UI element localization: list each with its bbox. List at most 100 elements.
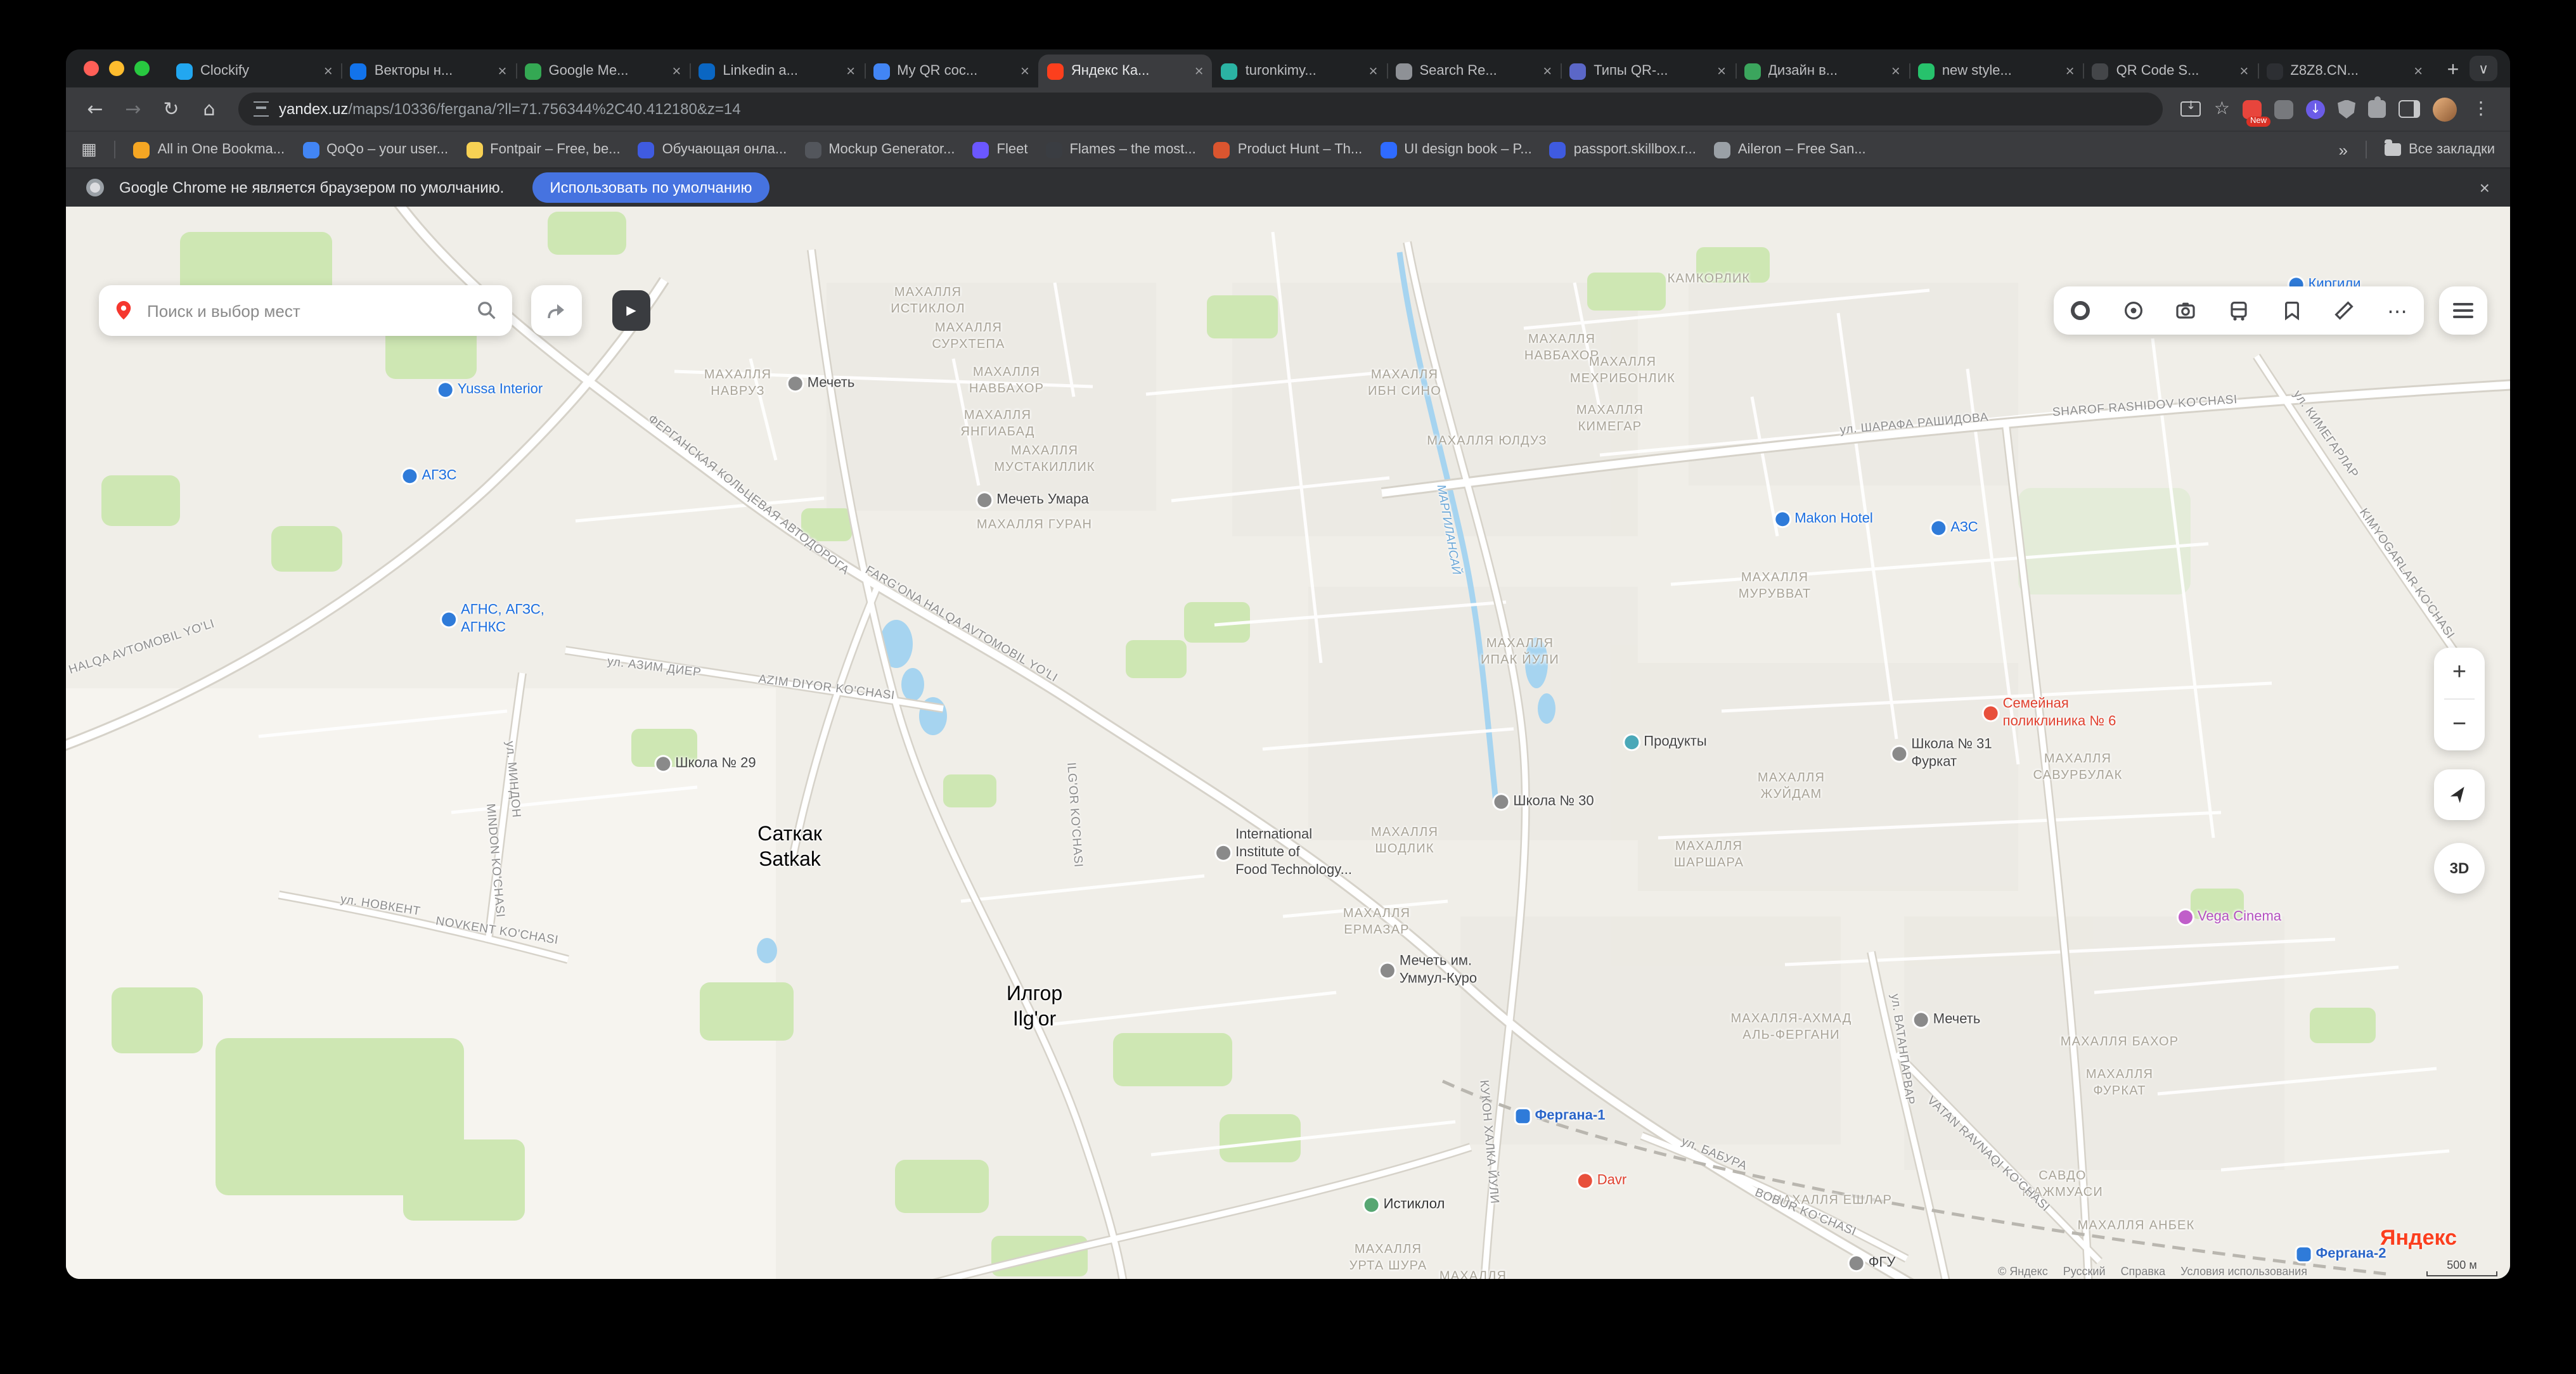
map-label[interactable]: ФГУ [1850, 1255, 1896, 1273]
tab[interactable]: Search Re... × [1386, 55, 1561, 87]
map-label[interactable]: МАХАЛЛЯФУРКАТ [2086, 1068, 2153, 1100]
map-label[interactable]: Makon Hotel [1775, 511, 1873, 529]
map-label[interactable]: Мечеть Умара [977, 492, 1089, 510]
apps-grid-icon[interactable]: ▦ [81, 140, 97, 159]
traffic-icon[interactable] [2058, 288, 2103, 333]
tab-close-icon[interactable]: × [672, 62, 681, 80]
tab-close-icon[interactable]: × [1021, 62, 1029, 80]
map-label[interactable]: Davr [1578, 1172, 1626, 1190]
tab[interactable]: turonkimy... × [1213, 55, 1387, 87]
map-label[interactable]: Истиклол [1365, 1197, 1445, 1214]
new-tab-button[interactable]: + [2437, 55, 2470, 87]
bookmark-item[interactable]: All in One Bookma... [134, 141, 285, 158]
map-label[interactable]: МАХАЛЛЯЯНГИАБАД [960, 409, 1034, 440]
extension-icon[interactable]: New [2243, 100, 2262, 119]
map-label[interactable]: Мечеть [789, 375, 855, 393]
map-label[interactable]: ул. КИМЕГАРЛАР [2289, 388, 2360, 482]
map-label[interactable]: МАХАЛЛЯ БАХОР [2061, 1036, 2179, 1051]
fullscreen-window-button[interactable] [134, 61, 150, 76]
zoom-in-button[interactable]: + [2434, 648, 2485, 698]
tab[interactable]: Z8Z8.CN... × [2257, 55, 2431, 87]
map-label[interactable]: МАХАЛЛЯИБН СИНО [1368, 368, 1441, 400]
tab-close-icon[interactable]: × [2239, 62, 2248, 80]
bookmark-item[interactable]: Flames – the most... [1045, 141, 1195, 158]
tab[interactable]: new style... × [1909, 55, 2083, 87]
language-link[interactable]: Русский [2063, 1265, 2106, 1278]
routes-button[interactable] [531, 285, 582, 336]
bookmarks-icon[interactable] [2269, 288, 2314, 333]
tab-close-icon[interactable]: × [1543, 62, 1552, 80]
map-label[interactable]: МАХАЛЛЯНАВБАХОР [969, 366, 1044, 397]
map-label[interactable]: МАХАЛЛЯЕРМАЗАР [1343, 907, 1410, 939]
map-label[interactable]: СаткакSatkak [757, 823, 822, 873]
tab-close-icon[interactable]: × [498, 62, 507, 80]
tab-close-icon[interactable]: × [2066, 62, 2075, 80]
map-label[interactable]: ул. БАБУРА [1679, 1134, 1749, 1174]
install-icon[interactable] [2181, 101, 2201, 117]
search-icon[interactable] [477, 300, 497, 321]
search-input[interactable] [145, 300, 465, 321]
map-label[interactable]: МАХАЛЛЯМЕХРИБОНЛИК [1570, 356, 1675, 387]
map-menu-button[interactable] [2439, 286, 2487, 335]
map-label[interactable]: МАХАЛЛЯШАРШАРА [1674, 840, 1744, 871]
map-label[interactable]: МАХАЛЛЯКИМЕГАР [1576, 404, 1644, 435]
map-label[interactable]: Школа № 31Фуркат [1892, 737, 1992, 772]
tab[interactable]: QR Code S... × [2083, 55, 2258, 87]
download-extension-icon[interactable]: ↓ [2306, 100, 2325, 119]
bookmark-item[interactable]: QoQo – your user... [302, 141, 448, 158]
map-label[interactable]: АЗС [1931, 520, 1978, 537]
map-label[interactable]: КАМКОРЛИК [1668, 273, 1751, 288]
map-label[interactable]: ул. АЗИМ ДИЕР [607, 655, 702, 681]
map-label[interactable]: МАХАЛЛЯМУСТАКИЛЛИК [994, 444, 1095, 476]
map-label[interactable]: MINDON KO'CHASI [482, 803, 506, 918]
transport-bus-icon[interactable] [2216, 288, 2262, 333]
tab-search-button[interactable]: ∨ [2470, 56, 2497, 81]
map-label[interactable]: AZIM DIYOR KO'CHASI [757, 672, 896, 704]
map-label[interactable]: Мечеть [1914, 1011, 1981, 1029]
map-label[interactable]: МАХАЛЛЯ-АХМАДАЛЬ-ФЕРГАНИ [1731, 1012, 1852, 1044]
bookmark-item[interactable]: Fontpair – Free, be... [466, 141, 620, 158]
tab[interactable]: Google Me... × [516, 55, 690, 87]
map-label[interactable]: ул. ВАТАНПАРВАР [1886, 993, 1917, 1106]
forward-button[interactable]: → [117, 93, 150, 125]
shield-extension-icon[interactable] [2338, 100, 2355, 119]
tab-close-icon[interactable]: × [2414, 62, 2423, 80]
tab-close-icon[interactable]: × [1891, 62, 1900, 80]
map-label[interactable]: Фергана-2 [2297, 1246, 2386, 1264]
geolocation-button[interactable] [2434, 769, 2485, 820]
terms-link[interactable]: Условия использования [2180, 1265, 2307, 1278]
tab[interactable]: Векторы н... × [342, 55, 516, 87]
map-label[interactable]: ФЕРГАНСКАЯ КОЛЬЦЕВАЯ АВТОДОРОГА [644, 413, 851, 579]
home-button[interactable]: ⌂ [193, 93, 226, 125]
map-label[interactable]: NOVKENT KO'CHASI [435, 915, 560, 949]
tab[interactable]: Clockify × [167, 55, 342, 87]
bookmark-item[interactable]: Aileron – Free San... [1714, 141, 1866, 158]
banner-close-icon[interactable]: × [2480, 177, 2490, 198]
map-label[interactable]: МАХАЛЛЯ АНБЕК [2078, 1219, 2195, 1235]
photos-camera-icon[interactable] [2163, 288, 2209, 333]
map-label[interactable]: FARG'ONA HALQA AVTOMOBIL YO'LI [862, 563, 1060, 686]
map-label[interactable]: КУКОН ХАЛКА ЙУЛИ [1476, 1079, 1502, 1204]
bookmark-star-icon[interactable]: ☆ [2214, 99, 2230, 119]
tab-close-icon[interactable]: × [1368, 62, 1377, 80]
map-label[interactable]: АГНС, АГЗС,АГНКС [442, 603, 544, 638]
map-label[interactable]: МАХАЛЛЯИПАК ЙУЛИ [1481, 637, 1559, 669]
bookmark-item[interactable]: passport.skillbox.r... [1550, 141, 1696, 158]
map-label[interactable]: ул. МИНДОН [501, 741, 523, 819]
map-label[interactable]: ILG'OR KO'CHASI [1062, 762, 1085, 868]
bookmark-item[interactable]: Fleet [973, 141, 1028, 158]
map-label[interactable]: МАХАЛЛЯНАВРУЗ [704, 368, 771, 400]
map-label[interactable]: Школа № 29 [656, 755, 756, 773]
map-viewport[interactable]: МАХАЛЛЯНАВРУЗ МАХАЛЛЯИСТИКЛОЛ МАХАЛЛЯСУР… [66, 207, 2510, 1279]
bookmarks-overflow-button[interactable]: » [2338, 140, 2347, 159]
bookmark-item[interactable]: Обучающая онла... [638, 141, 787, 158]
bookmark-item[interactable]: Mockup Generator... [804, 141, 955, 158]
map-label[interactable]: Vega Cinema [2179, 909, 2281, 927]
map-label[interactable]: ул. ШАРАФА РАШИДОВА [1839, 411, 1989, 439]
map-label[interactable]: МАХАЛЛЯСУРХТЕПА [932, 321, 1005, 353]
extension-icon[interactable] [2274, 100, 2293, 119]
map-label[interactable]: МАХАЛЛЯИСТИКЛОЛ [891, 286, 965, 318]
map-label[interactable]: МАХАЛЛЯ ГУРАН [977, 518, 1092, 534]
stories-play-button[interactable]: ▶ [612, 290, 650, 331]
set-default-button[interactable]: Использовать по умолчанию [532, 172, 770, 203]
